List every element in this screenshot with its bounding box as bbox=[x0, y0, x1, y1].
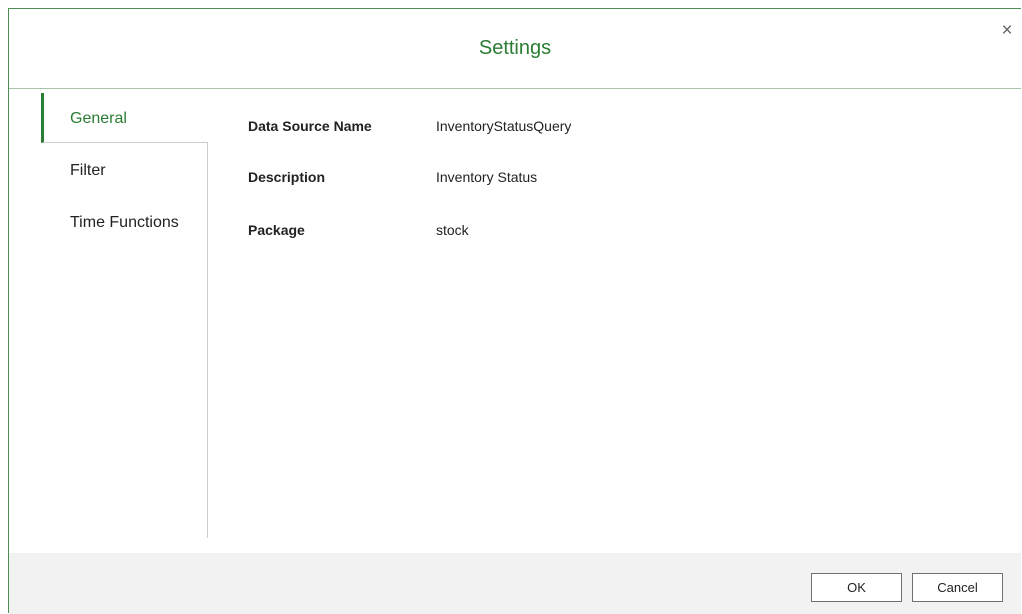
field-value: Inventory Status bbox=[436, 169, 538, 185]
settings-sidebar: General Filter Time Functions bbox=[41, 93, 208, 538]
sidebar-item-label: General bbox=[70, 110, 127, 127]
sidebar-item-label: Time Functions bbox=[70, 214, 179, 231]
field-value: InventoryStatusQuery bbox=[436, 118, 572, 134]
cancel-button[interactable]: Cancel bbox=[912, 573, 1003, 602]
field-label: Data Source Name bbox=[248, 118, 372, 134]
close-icon[interactable]: × bbox=[997, 21, 1017, 41]
ok-button[interactable]: OK bbox=[811, 573, 902, 602]
field-row-description: Description Inventory Status bbox=[248, 144, 648, 185]
sidebar-item-general[interactable]: General bbox=[41, 93, 208, 143]
sidebar-item-label: Filter bbox=[70, 162, 106, 179]
field-label: Package bbox=[248, 222, 305, 238]
field-row-package: Package stock bbox=[248, 197, 648, 238]
field-value: stock bbox=[436, 222, 469, 238]
dialog-header: Settings × bbox=[9, 9, 1021, 89]
settings-dialog: Settings × General Filter Time Functions… bbox=[8, 8, 1021, 614]
field-row-data-source-name: Data Source Name InventoryStatusQuery bbox=[248, 93, 648, 134]
sidebar-item-time-functions[interactable]: Time Functions bbox=[41, 197, 207, 247]
dialog-footer: OK Cancel bbox=[9, 553, 1021, 614]
dialog-title: Settings bbox=[478, 37, 552, 59]
sidebar-item-filter[interactable]: Filter bbox=[41, 145, 207, 195]
field-label: Description bbox=[248, 169, 326, 185]
